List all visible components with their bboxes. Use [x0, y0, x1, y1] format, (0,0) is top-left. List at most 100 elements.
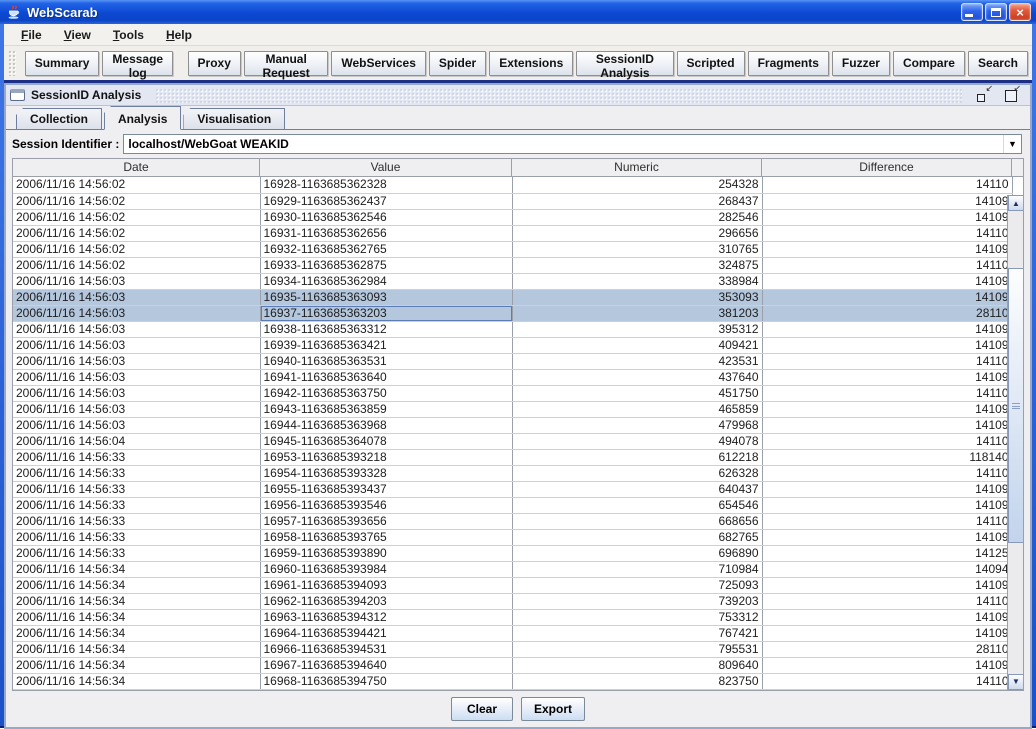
- cell-date[interactable]: 2006/11/16 14:56:34: [13, 625, 261, 642]
- cell-difference[interactable]: 14109: [762, 337, 1013, 354]
- toolbar-drag-handle[interactable]: [8, 50, 16, 76]
- cell-difference[interactable]: 28110: [762, 641, 1013, 658]
- cell-numeric[interactable]: 725093: [512, 577, 763, 594]
- cell-value[interactable]: 16943-1163685363859: [260, 401, 513, 418]
- scrollbar-thumb[interactable]: [1008, 268, 1023, 543]
- cell-difference[interactable]: 14109: [762, 193, 1013, 210]
- cell-numeric[interactable]: 451750: [512, 385, 763, 402]
- toolbar-button-spider[interactable]: Spider: [428, 50, 487, 76]
- cell-difference[interactable]: 14110: [762, 257, 1013, 274]
- column-header-difference[interactable]: Difference: [762, 159, 1012, 176]
- cell-value[interactable]: 16928-1163685362328: [260, 177, 513, 194]
- cell-difference[interactable]: 14109: [762, 609, 1013, 626]
- cell-numeric[interactable]: 612218: [512, 449, 763, 466]
- maximize-button[interactable]: [985, 3, 1007, 21]
- table-row[interactable]: 2006/11/16 14:56:33 16954-1163685393328 62…: [13, 465, 1013, 482]
- cell-difference[interactable]: 28110: [762, 305, 1013, 322]
- toolbar-button-scripted[interactable]: Scripted: [676, 50, 745, 76]
- cell-difference[interactable]: 14110: [762, 385, 1013, 402]
- cell-difference[interactable]: 14110: [762, 225, 1013, 242]
- cell-value[interactable]: 16930-1163685362546: [260, 209, 513, 226]
- cell-value[interactable]: 16932-1163685362765: [260, 241, 513, 258]
- cell-value[interactable]: 16944-1163685363968: [260, 417, 513, 434]
- cell-numeric[interactable]: 626328: [512, 465, 763, 482]
- cell-value[interactable]: 16968-1163685394750: [260, 673, 513, 690]
- table-row[interactable]: 2006/11/16 14:56:04 16945-1163685364078 49…: [13, 433, 1013, 450]
- cell-value[interactable]: 16955-1163685393437: [260, 481, 513, 498]
- cell-difference[interactable]: 14110: [762, 593, 1013, 610]
- cell-value[interactable]: 16956-1163685393546: [260, 497, 513, 514]
- tab-analysis[interactable]: Analysis: [104, 106, 182, 130]
- menu-file[interactable]: File: [12, 26, 51, 44]
- cell-difference[interactable]: 14094: [762, 561, 1013, 578]
- cell-numeric[interactable]: 668656: [512, 513, 763, 530]
- table-row[interactable]: 2006/11/16 14:56:03 16940-1163685363531 42…: [13, 353, 1013, 370]
- cell-date[interactable]: 2006/11/16 14:56:02: [13, 209, 261, 226]
- cell-difference[interactable]: 14109: [762, 497, 1013, 514]
- table-row[interactable]: 2006/11/16 14:56:02 16929-1163685362437 26…: [13, 193, 1013, 210]
- table-row[interactable]: 2006/11/16 14:56:02 16933-1163685362875 32…: [13, 257, 1013, 274]
- cell-numeric[interactable]: 479968: [512, 417, 763, 434]
- cell-numeric[interactable]: 809640: [512, 657, 763, 674]
- table-row[interactable]: 2006/11/16 14:56:03 16935-1163685363093 35…: [13, 289, 1013, 306]
- internal-frame-titlebar[interactable]: SessionID Analysis ↙ ↙: [6, 83, 1030, 106]
- cell-value[interactable]: 16935-1163685363093: [260, 289, 513, 306]
- cell-numeric[interactable]: 654546: [512, 497, 763, 514]
- table-row[interactable]: 2006/11/16 14:56:33 16958-1163685393765 68…: [13, 529, 1013, 546]
- table-row[interactable]: 2006/11/16 14:56:33 16953-1163685393218 61…: [13, 449, 1013, 466]
- table-row[interactable]: 2006/11/16 14:56:02 16931-1163685362656 29…: [13, 225, 1013, 242]
- tab-visualisation[interactable]: Visualisation: [183, 108, 286, 129]
- cell-date[interactable]: 2006/11/16 14:56:34: [13, 577, 261, 594]
- cell-date[interactable]: 2006/11/16 14:56:33: [13, 497, 261, 514]
- cell-numeric[interactable]: 739203: [512, 593, 763, 610]
- cell-date[interactable]: 2006/11/16 14:56:33: [13, 449, 261, 466]
- toolbar-button-webservices[interactable]: WebServices: [331, 50, 426, 76]
- cell-date[interactable]: 2006/11/16 14:56:34: [13, 561, 261, 578]
- table-row[interactable]: 2006/11/16 14:56:03 16943-1163685363859 46…: [13, 401, 1013, 418]
- toolbar-button-sessionid-analysis[interactable]: SessionID Analysis: [576, 50, 674, 80]
- toolbar-button-proxy[interactable]: Proxy: [187, 50, 241, 76]
- cell-numeric[interactable]: 710984: [512, 561, 763, 578]
- cell-date[interactable]: 2006/11/16 14:56:34: [13, 593, 261, 610]
- table-row[interactable]: 2006/11/16 14:56:33 16957-1163685393656 66…: [13, 513, 1013, 530]
- cell-value[interactable]: 16934-1163685362984: [260, 273, 513, 290]
- column-header-value[interactable]: Value: [260, 159, 512, 176]
- cell-value[interactable]: 16960-1163685393984: [260, 561, 513, 578]
- cell-numeric[interactable]: 282546: [512, 209, 763, 226]
- cell-numeric[interactable]: 465859: [512, 401, 763, 418]
- table-row[interactable]: 2006/11/16 14:56:03 16941-1163685363640 43…: [13, 369, 1013, 386]
- cell-difference[interactable]: 14109: [762, 209, 1013, 226]
- internal-frame-restore-button[interactable]: ↙: [1004, 83, 1021, 103]
- cell-difference[interactable]: 14109: [762, 577, 1013, 594]
- table-row[interactable]: 2006/11/16 14:56:34 16962-1163685394203 73…: [13, 593, 1013, 610]
- cell-date[interactable]: 2006/11/16 14:56:03: [13, 369, 261, 386]
- table-row[interactable]: 2006/11/16 14:56:33 16956-1163685393546 65…: [13, 497, 1013, 514]
- cell-numeric[interactable]: 767421: [512, 625, 763, 642]
- cell-date[interactable]: 2006/11/16 14:56:02: [13, 177, 261, 194]
- cell-value[interactable]: 16954-1163685393328: [260, 465, 513, 482]
- cell-value[interactable]: 16940-1163685363531: [260, 353, 513, 370]
- toolbar-button-fuzzer[interactable]: Fuzzer: [831, 50, 890, 76]
- cell-value[interactable]: 16959-1163685393890: [260, 545, 513, 562]
- cell-value[interactable]: 16966-1163685394531: [260, 641, 513, 658]
- cell-value[interactable]: 16953-1163685393218: [260, 449, 513, 466]
- table-row[interactable]: 2006/11/16 14:56:34 16968-1163685394750 82…: [13, 673, 1013, 690]
- scroll-down-button[interactable]: ▼: [1008, 673, 1023, 690]
- cell-difference[interactable]: 118140: [762, 449, 1013, 466]
- cell-numeric[interactable]: 395312: [512, 321, 763, 338]
- cell-value[interactable]: 16964-1163685394421: [260, 625, 513, 642]
- cell-numeric[interactable]: 381203: [512, 305, 763, 322]
- cell-difference[interactable]: 14110: [762, 465, 1013, 482]
- cell-date[interactable]: 2006/11/16 14:56:33: [13, 513, 261, 530]
- cell-difference[interactable]: 14110: [762, 513, 1013, 530]
- cell-value[interactable]: 16962-1163685394203: [260, 593, 513, 610]
- cell-date[interactable]: 2006/11/16 14:56:34: [13, 673, 261, 690]
- table-row[interactable]: 2006/11/16 14:56:33 16955-1163685393437 64…: [13, 481, 1013, 498]
- cell-difference[interactable]: 14109: [762, 241, 1013, 258]
- cell-numeric[interactable]: 338984: [512, 273, 763, 290]
- cell-numeric[interactable]: 640437: [512, 481, 763, 498]
- table-row[interactable]: 2006/11/16 14:56:34 16966-1163685394531 79…: [13, 641, 1013, 658]
- cell-date[interactable]: 2006/11/16 14:56:33: [13, 465, 261, 482]
- chevron-down-icon[interactable]: ▼: [1003, 134, 1021, 153]
- cell-value[interactable]: 16941-1163685363640: [260, 369, 513, 386]
